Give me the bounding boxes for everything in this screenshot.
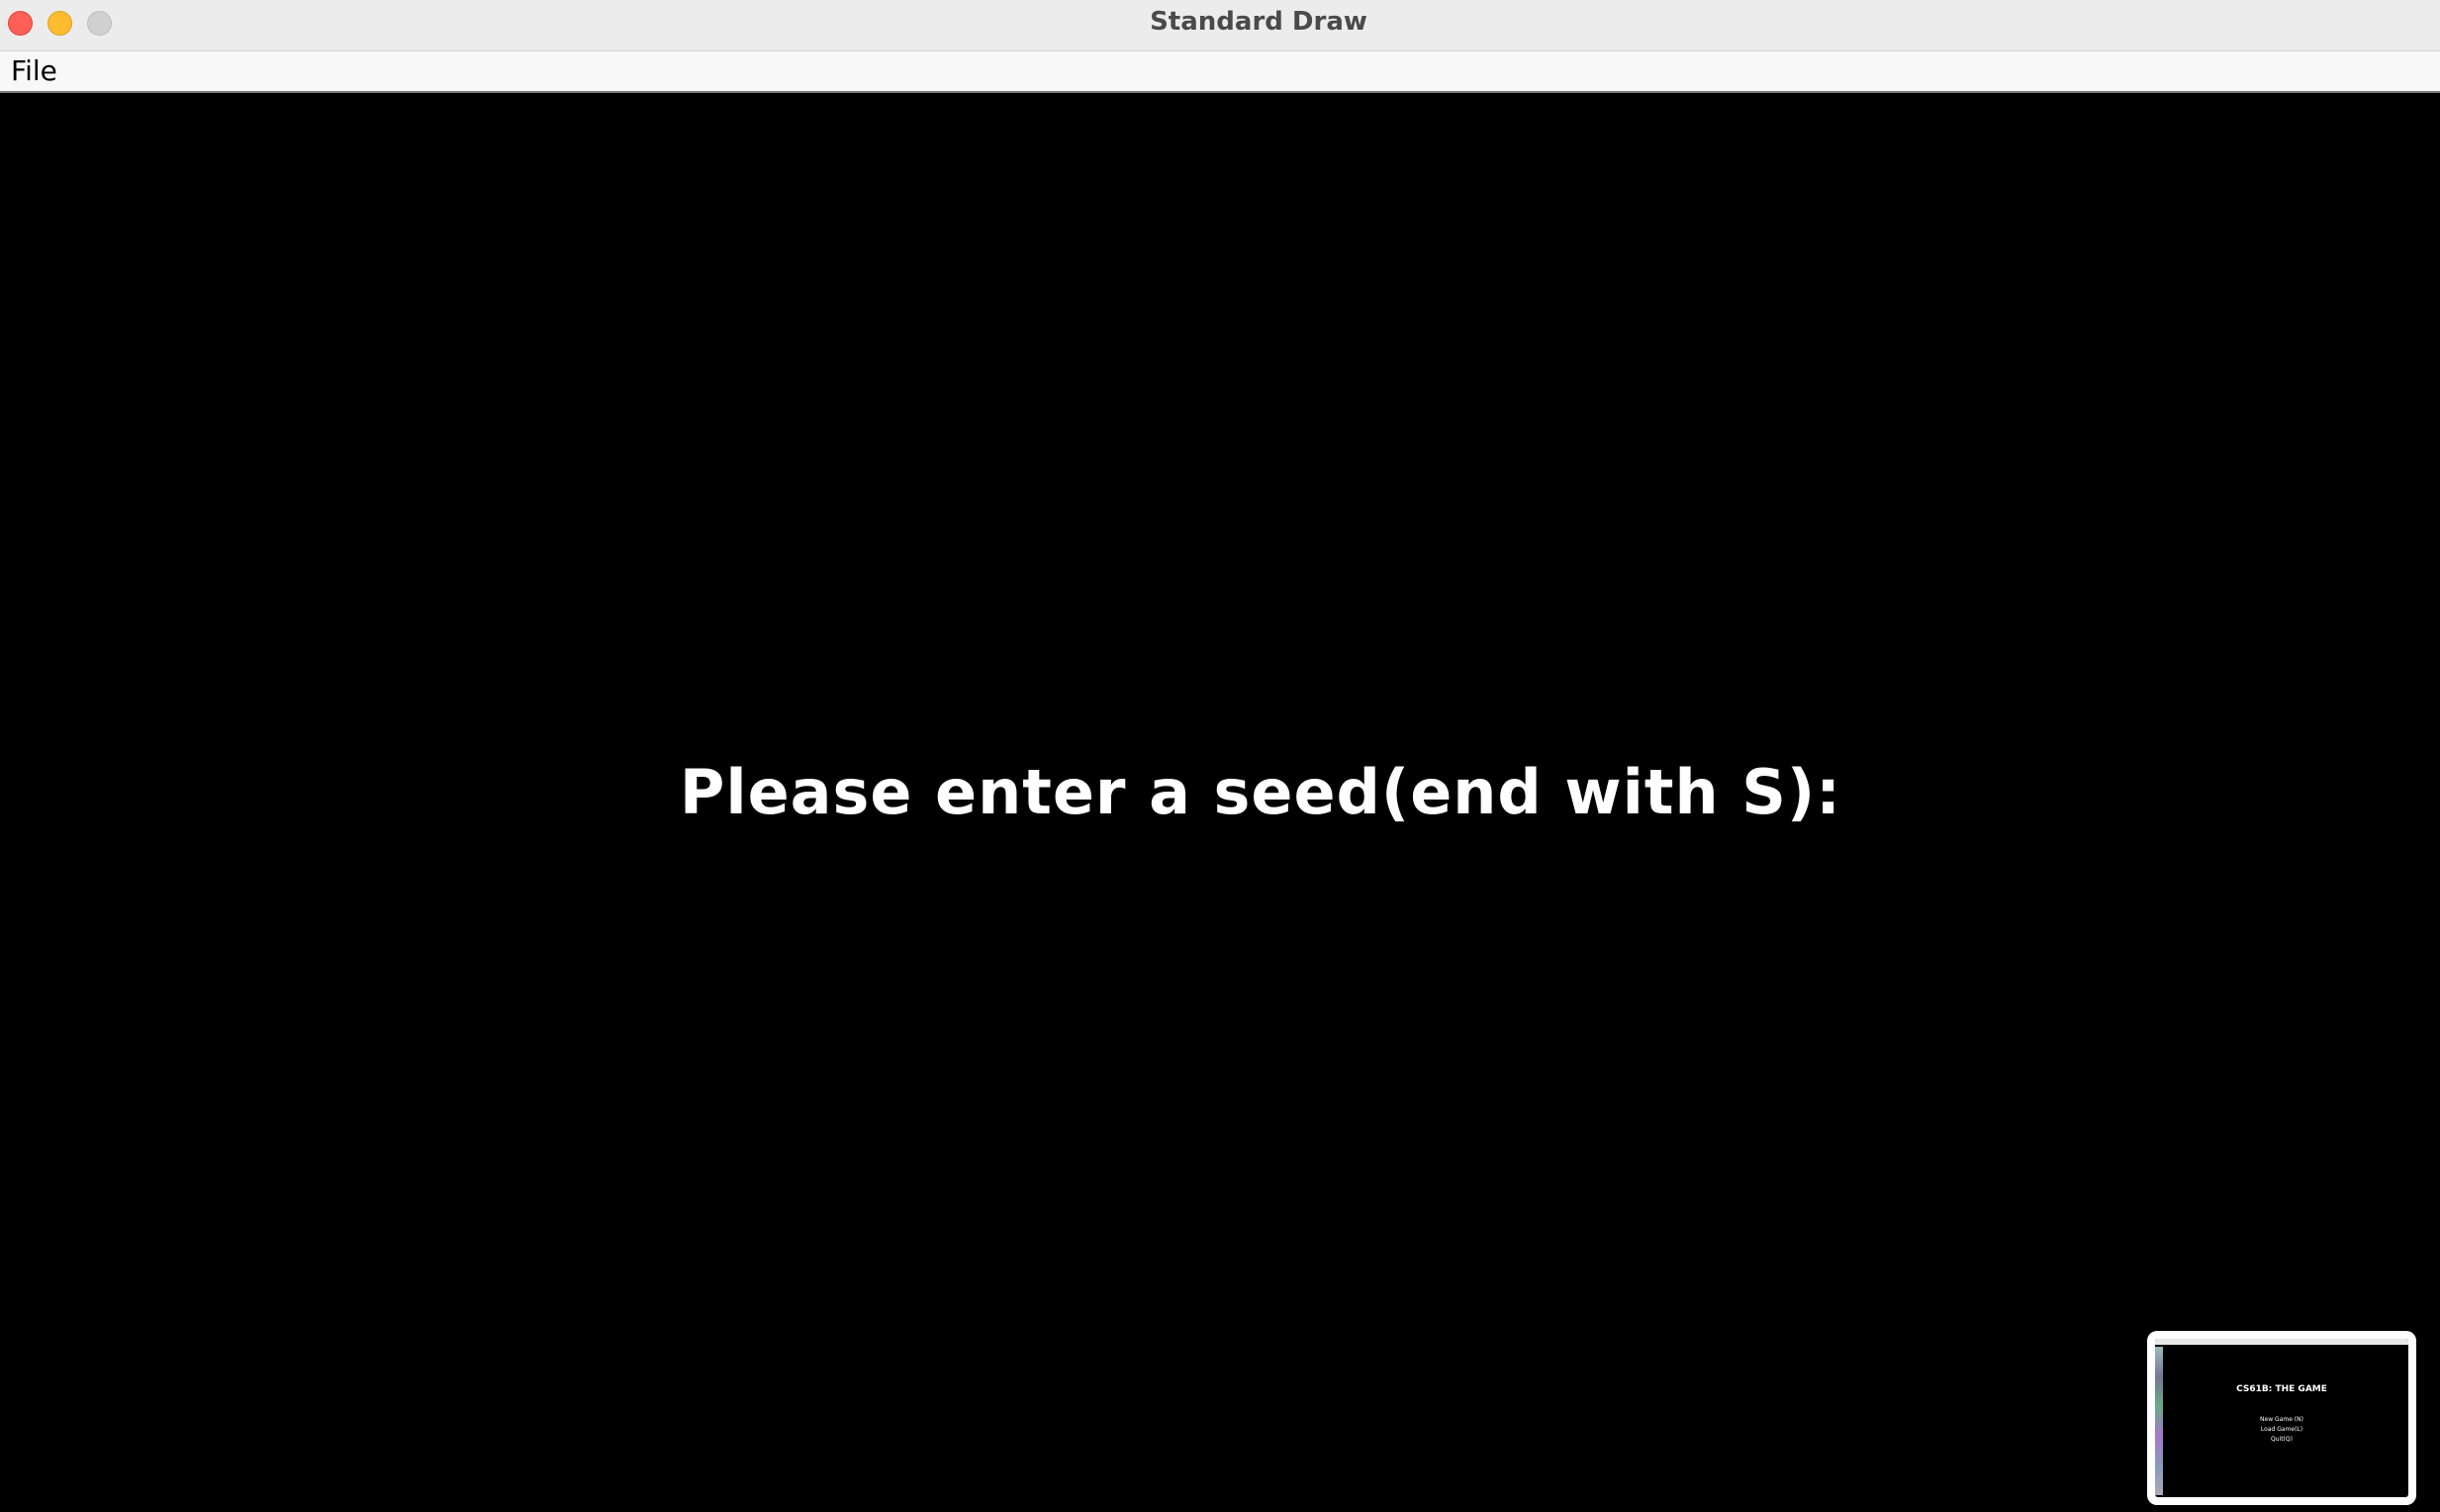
- thumbnail-option-quit: Quit(Q): [2271, 1436, 2293, 1443]
- thumbnail-option-new-game: New Game (N): [2260, 1416, 2303, 1423]
- draw-canvas[interactable]: Please enter a seed(end with S):: [0, 93, 2440, 1512]
- screenshot-thumbnail-preview[interactable]: CS61B: THE GAME New Game (N) Load Game(L…: [2147, 1331, 2416, 1505]
- seed-prompt: Please enter a seed(end with S):: [679, 756, 1842, 828]
- thumbnail-game-title: CS61B: THE GAME: [2236, 1384, 2327, 1394]
- thumbnail-menubar: [2155, 1339, 2408, 1345]
- standard-draw-window: Standard Draw File Please enter a seed(e…: [0, 0, 2440, 1512]
- thumbnail-option-load-game: Load Game(L): [2260, 1426, 2303, 1433]
- menu-bar: File: [0, 51, 2440, 93]
- file-menu[interactable]: File: [11, 51, 57, 91]
- title-bar[interactable]: Standard Draw: [0, 0, 2440, 51]
- window-title: Standard Draw: [1150, 7, 1367, 37]
- thumbnail-screen: CS61B: THE GAME New Game (N) Load Game(L…: [2155, 1339, 2408, 1497]
